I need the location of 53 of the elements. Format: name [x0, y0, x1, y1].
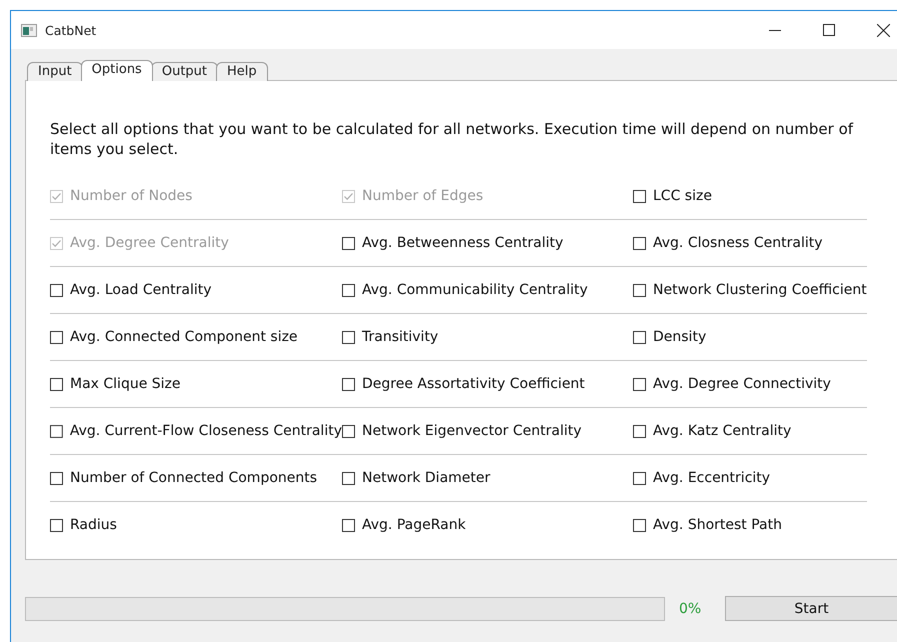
maximize-icon[interactable]	[823, 24, 835, 36]
option-label[interactable]: Avg. Connected Component size	[70, 329, 298, 345]
option-label[interactable]: Network Diameter	[362, 470, 490, 486]
option-label[interactable]: Number of Connected Components	[70, 470, 318, 486]
checkbox[interactable]	[50, 284, 63, 296]
checkbox[interactable]	[342, 284, 355, 296]
checkbox[interactable]	[342, 330, 355, 344]
checkbox[interactable]	[633, 378, 646, 390]
checkbox[interactable]	[633, 424, 646, 438]
option-label[interactable]: Avg. Katz Centrality	[653, 423, 792, 439]
option-label[interactable]: Density	[653, 329, 706, 345]
option-label[interactable]: Max Clique Size	[70, 376, 181, 392]
tab[interactable]: Output	[150, 62, 218, 81]
option-label[interactable]: Avg. Betweenness Centrality	[362, 235, 564, 251]
checkbox[interactable]	[50, 518, 63, 532]
instructions-text: Select all options that you want to be calculated for all networks. Execution time will depend on number of items you select.	[50, 119, 854, 159]
checkbox[interactable]	[633, 284, 646, 296]
checkbox[interactable]	[633, 236, 646, 250]
checkbox[interactable]	[633, 190, 646, 202]
option-label[interactable]: Degree Assortativity Coefficient	[362, 376, 585, 392]
checkbox[interactable]	[342, 236, 355, 250]
start-button[interactable]: Start	[725, 596, 897, 621]
checkbox[interactable]	[50, 378, 63, 390]
option-label[interactable]: Avg. PageRank	[362, 517, 466, 533]
checkbox[interactable]	[633, 518, 646, 532]
option-label[interactable]: Radius	[70, 517, 117, 533]
option-label[interactable]: Avg. Communicability Centrality	[362, 282, 588, 298]
close-icon[interactable]	[877, 24, 890, 36]
tab[interactable]: Input	[27, 62, 83, 81]
option-label[interactable]: Network Clustering Coefficient	[653, 282, 867, 298]
checkbox[interactable]	[50, 330, 63, 344]
option-label[interactable]: Network Eigenvector Centrality	[362, 423, 582, 439]
checkbox[interactable]	[50, 424, 63, 438]
tab[interactable]: Help	[216, 62, 268, 81]
window-title: CatbNet	[45, 22, 96, 38]
checkbox[interactable]	[342, 424, 355, 438]
option-label[interactable]: Avg. Shortest Path	[653, 517, 782, 533]
option-label[interactable]: Transitivity	[362, 329, 438, 345]
option-label[interactable]: Avg. Closness Centrality	[653, 235, 823, 251]
option-label[interactable]: LCC size	[653, 188, 712, 204]
progress-reading: 0%	[679, 600, 702, 616]
option-label[interactable]: Avg. Eccentricity	[653, 470, 770, 486]
checkbox[interactable]	[633, 330, 646, 344]
checkbox[interactable]	[342, 378, 355, 390]
option-label[interactable]: Avg. Load Centrality	[70, 282, 212, 298]
option-label[interactable]: Avg. Degree Connectivity	[653, 376, 831, 392]
tab[interactable]: Options	[80, 60, 153, 81]
checkbox[interactable]	[342, 472, 355, 484]
option-label[interactable]: Avg. Current-Flow Closeness Centrality	[70, 423, 342, 439]
checkbox[interactable]	[342, 518, 355, 532]
app-icon	[21, 24, 37, 36]
checkbox[interactable]	[633, 472, 646, 484]
checkbox[interactable]	[50, 472, 63, 484]
